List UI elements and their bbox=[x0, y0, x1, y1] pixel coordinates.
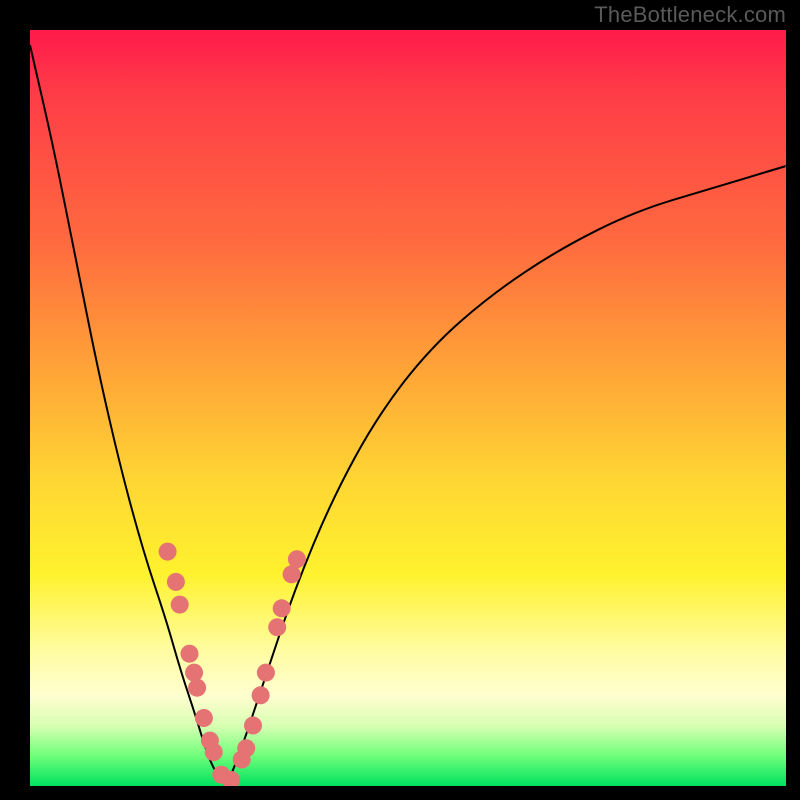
marker-dot bbox=[257, 664, 275, 682]
chart-svg bbox=[30, 30, 786, 786]
marker-dot bbox=[195, 709, 213, 727]
marker-dot bbox=[181, 645, 199, 663]
marker-dot bbox=[171, 596, 189, 614]
plot-area bbox=[30, 30, 786, 786]
markers-group bbox=[159, 543, 306, 786]
marker-dot bbox=[244, 717, 262, 735]
marker-dot bbox=[205, 743, 223, 761]
watermark-text: TheBottleneck.com bbox=[594, 2, 786, 28]
marker-dot bbox=[167, 573, 185, 591]
curve-right-branch bbox=[227, 166, 786, 786]
marker-dot bbox=[273, 599, 291, 617]
marker-dot bbox=[237, 739, 255, 757]
marker-dot bbox=[159, 543, 177, 561]
marker-dot bbox=[188, 679, 206, 697]
marker-dot bbox=[268, 618, 286, 636]
marker-dot bbox=[185, 664, 203, 682]
marker-dot bbox=[288, 550, 306, 568]
marker-dot bbox=[252, 686, 270, 704]
outer-frame: TheBottleneck.com bbox=[0, 0, 800, 800]
